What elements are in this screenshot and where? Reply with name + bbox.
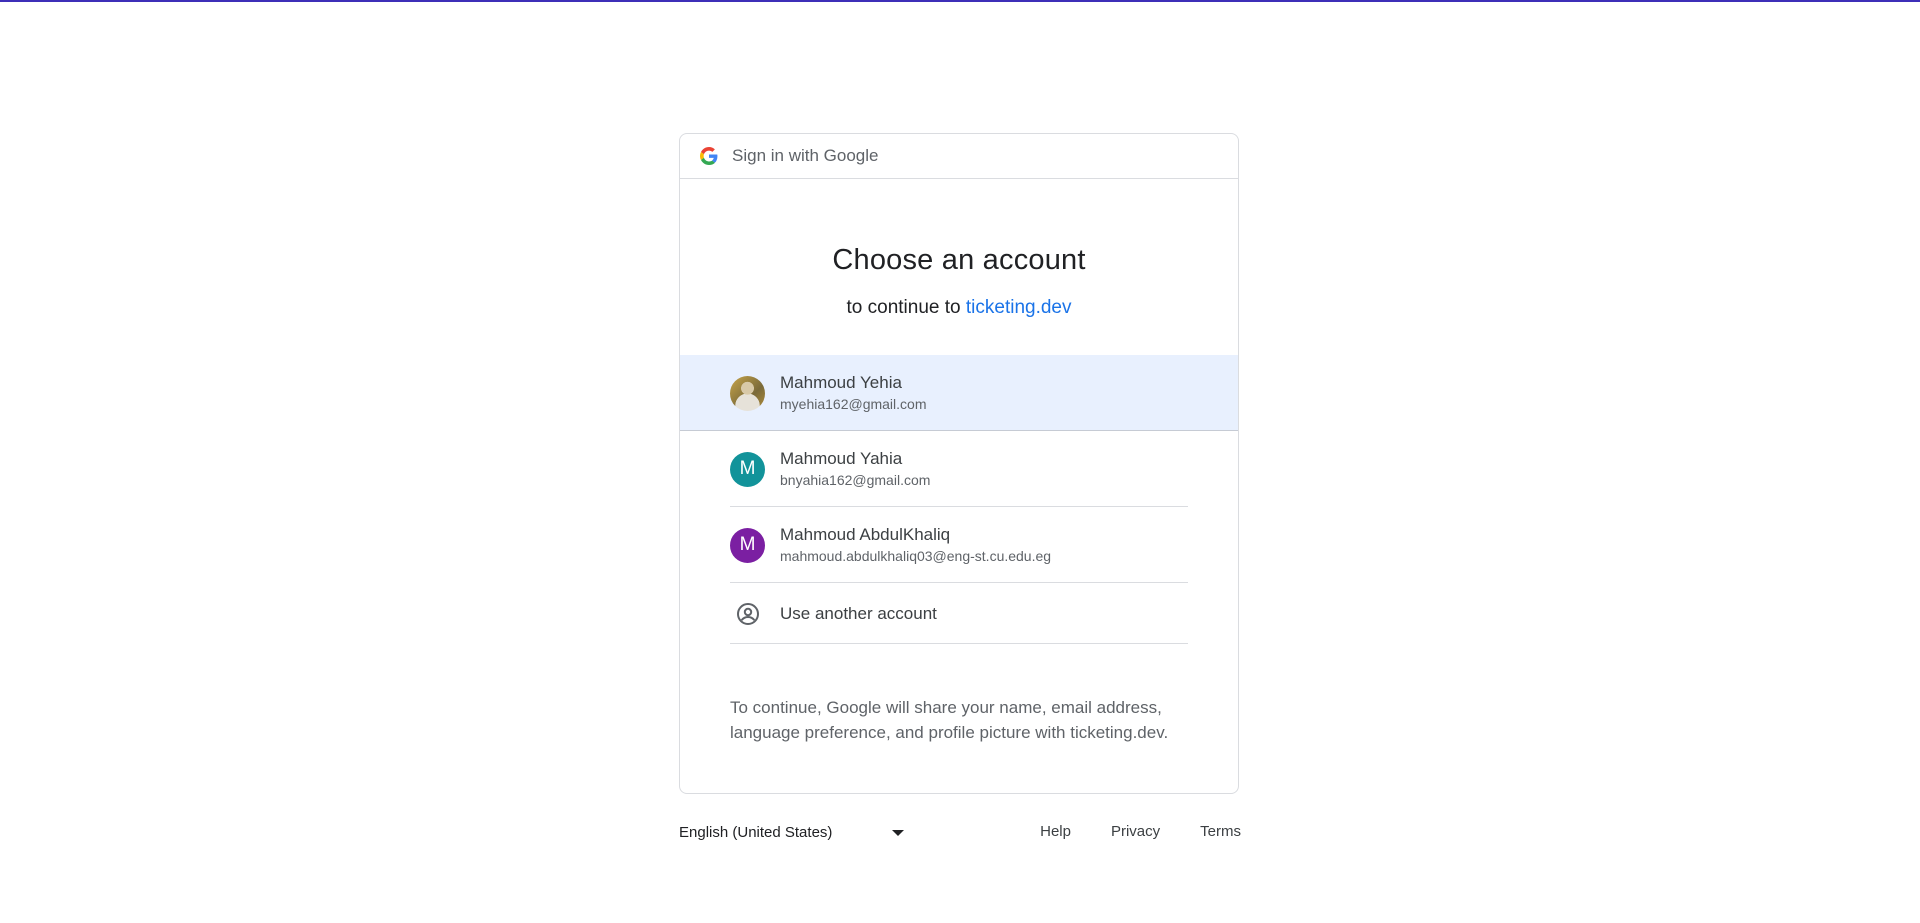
account-email: myehia162@gmail.com [780,396,927,412]
dropdown-caret-icon [892,830,904,836]
sign-in-card: Sign in with Google Choose an account to… [679,133,1239,794]
footer-links: Help Privacy Terms [1000,823,1241,840]
header-title: Sign in with Google [732,146,879,165]
account-list: Mahmoud Yehia myehia162@gmail.com M Mahm… [680,355,1238,644]
avatar-photo [730,375,765,411]
language-label: English (United States) [679,824,833,841]
account-circle-icon [735,601,760,626]
row-divider [730,643,1188,644]
footer: English (United States) Help Privacy Ter… [679,820,1241,848]
app-domain-link[interactable]: ticketing.dev [966,297,1072,318]
avatar-letter: M [730,451,765,487]
terms-link[interactable]: Terms [1200,823,1241,840]
google-logo-icon [700,147,718,165]
account-name: Mahmoud Yahia [780,449,903,468]
avatar-letter: M [730,527,765,563]
help-link[interactable]: Help [1040,823,1071,840]
subtitle-prefix: to continue to [846,297,966,318]
top-progress-bar [0,0,1920,2]
language-select[interactable]: English (United States) [679,824,904,841]
account-row-abdulkhaliq[interactable]: M Mahmoud AbdulKhaliq mahmoud.abdulkhali… [680,507,1238,583]
account-row-bnyahia162[interactable]: M Mahmoud Yahia bnyahia162@gmail.com [680,431,1238,507]
card-header: Sign in with Google [680,134,1238,179]
privacy-link[interactable]: Privacy [1111,823,1160,840]
account-name: Mahmoud AbdulKhaliq [780,525,951,544]
page-title: Choose an account [832,244,1086,276]
use-another-account-label: Use another account [780,603,937,623]
use-another-account-button[interactable]: Use another account [680,583,1238,644]
account-email: mahmoud.abdulkhaliq03@eng-st.cu.edu.eg [780,548,1052,564]
account-row-myehia162[interactable]: Mahmoud Yehia myehia162@gmail.com [680,355,1238,431]
account-email: bnyahia162@gmail.com [780,472,931,488]
page-subtitle: to continue to ticketing.dev [680,297,1238,319]
privacy-disclaimer: To continue, Google will share your name… [730,698,1169,742]
account-name: Mahmoud Yehia [780,373,902,392]
